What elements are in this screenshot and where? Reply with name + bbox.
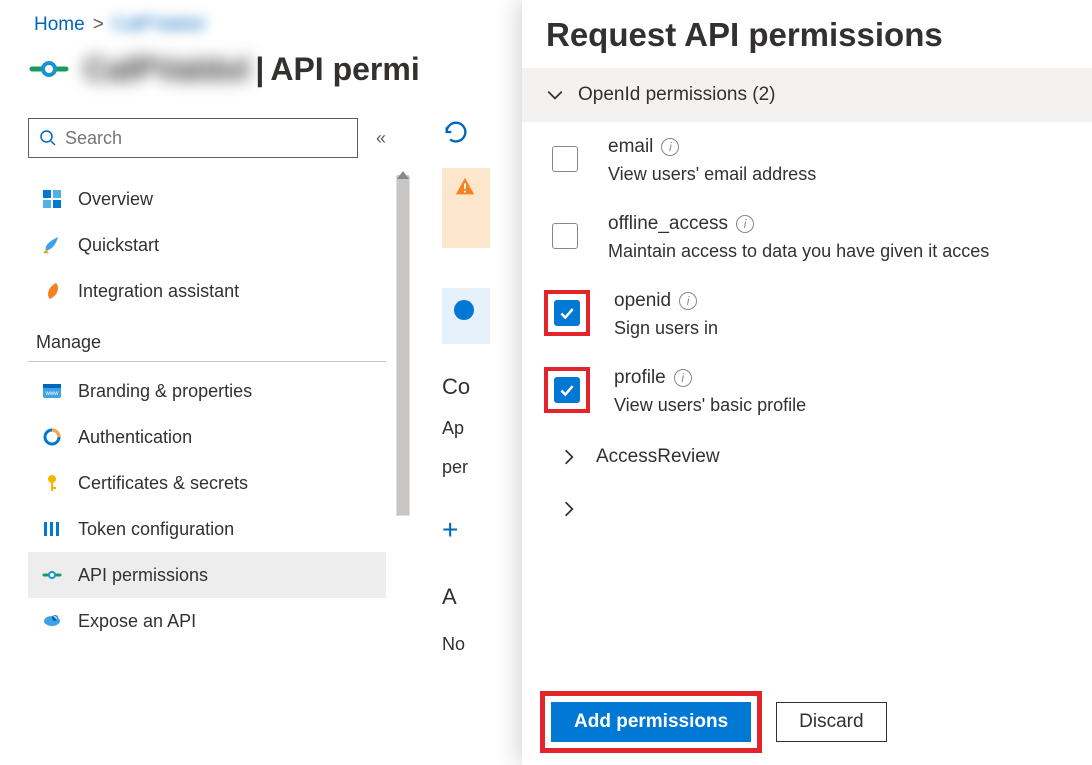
info-icon[interactable]: i: [674, 369, 692, 387]
info-icon[interactable]: i: [736, 215, 754, 233]
checkbox-email[interactable]: [552, 146, 578, 172]
permission-desc: View users' email address: [608, 164, 816, 185]
sidebar-item-label: Authentication: [78, 427, 192, 448]
checkbox-openid[interactable]: [554, 300, 580, 326]
permission-desc: Maintain access to data you have given i…: [608, 241, 989, 262]
overview-icon: [40, 187, 64, 211]
collapsed-label: AccessReview: [596, 446, 720, 468]
sidebar-item-integration[interactable]: Integration assistant: [28, 268, 386, 314]
permission-row-offline-access: offline_access i Maintain access to data…: [522, 199, 1092, 276]
token-icon: [40, 517, 64, 541]
search-box[interactable]: [28, 118, 358, 158]
sidebar: « Overview Quickstart: [28, 98, 386, 655]
another-group[interactable]: [522, 484, 1092, 534]
permission-desc: Sign users in: [614, 318, 718, 339]
sidebar-item-expose-api[interactable]: Expose an API: [28, 598, 386, 644]
sidebar-item-label: API permissions: [78, 565, 208, 586]
authentication-icon: [40, 425, 64, 449]
panel-title: Request API permissions: [522, 0, 1092, 68]
permission-name: profile: [614, 367, 666, 389]
permission-row-profile: profile i View users' basic profile: [522, 353, 1092, 430]
permissions-panel: Request API permissions OpenId permissio…: [522, 0, 1092, 765]
warning-banner: [442, 168, 490, 248]
plus-icon: +: [442, 514, 458, 546]
api-permissions-icon: [40, 563, 64, 587]
info-icon[interactable]: i: [679, 292, 697, 310]
checkbox-profile[interactable]: [554, 377, 580, 403]
permission-name: openid: [614, 290, 671, 312]
sidebar-item-authentication[interactable]: Authentication: [28, 414, 386, 460]
permission-list: email i View users' email address offlin…: [522, 122, 1092, 430]
permission-row-openid: openid i Sign users in: [522, 276, 1092, 353]
info-icon[interactable]: i: [661, 138, 679, 156]
refresh-icon[interactable]: [442, 118, 470, 146]
integration-icon: [40, 279, 64, 303]
breadcrumb-app[interactable]: CalPValdol: [112, 14, 205, 36]
sidebar-item-token[interactable]: Token configuration: [28, 506, 386, 552]
group-header-label: OpenId permissions (2): [578, 84, 775, 106]
expose-api-icon: [40, 609, 64, 633]
sidebar-item-overview[interactable]: Overview: [28, 176, 386, 222]
breadcrumb-sep: >: [93, 14, 104, 36]
svg-text:www: www: [45, 391, 60, 397]
breadcrumb-home[interactable]: Home: [34, 14, 85, 36]
sidebar-item-label: Certificates & secrets: [78, 473, 248, 494]
sidebar-item-label: Expose an API: [78, 611, 196, 632]
sidebar-item-label: Overview: [78, 189, 153, 210]
permission-name: email: [608, 136, 653, 158]
sidebar-item-branding[interactable]: www Branding & properties: [28, 368, 386, 414]
discard-button[interactable]: Discard: [776, 702, 886, 742]
highlight-openid: [544, 290, 590, 336]
sidebar-section-manage: Manage: [28, 314, 386, 362]
sidebar-item-quickstart[interactable]: Quickstart: [28, 222, 386, 268]
chevron-right-icon: [560, 500, 578, 518]
panel-actions: Add permissions Discard: [522, 691, 1092, 765]
warning-icon: [454, 176, 476, 198]
search-icon: [39, 129, 57, 147]
add-permissions-button[interactable]: Add permissions: [551, 702, 751, 742]
permission-name: offline_access: [608, 213, 728, 235]
highlight-add-permissions: Add permissions: [540, 691, 762, 753]
sidebar-item-label: Integration assistant: [78, 281, 239, 302]
quickstart-icon: [40, 233, 64, 257]
collapse-icon[interactable]: «: [376, 128, 386, 149]
certificates-icon: [40, 471, 64, 495]
nav-list: Overview Quickstart Integration assistan…: [28, 176, 386, 644]
sidebar-item-certificates[interactable]: Certificates & secrets: [28, 460, 386, 506]
info-icon: [454, 300, 474, 320]
checkbox-offline-access[interactable]: [552, 223, 578, 249]
chevron-down-icon: [546, 86, 564, 104]
branding-icon: www: [40, 379, 64, 403]
sidebar-item-api-permissions[interactable]: API permissions: [28, 552, 386, 598]
openid-group-header[interactable]: OpenId permissions (2): [522, 68, 1092, 122]
app-name-title: CalPValdol: [84, 51, 249, 88]
permission-row-email: email i View users' email address: [522, 122, 1092, 199]
title-sep: |: [255, 51, 264, 88]
access-review-group[interactable]: AccessReview: [522, 430, 1092, 484]
chevron-right-icon: [560, 448, 578, 466]
sidebar-item-label: Token configuration: [78, 519, 234, 540]
info-banner: [442, 288, 490, 344]
highlight-profile: [544, 367, 590, 413]
app-icon: [28, 48, 70, 90]
permission-desc: View users' basic profile: [614, 395, 806, 416]
search-input[interactable]: [65, 128, 347, 149]
title-section: API permi: [270, 51, 419, 88]
sidebar-item-label: Branding & properties: [78, 381, 252, 402]
sidebar-item-label: Quickstart: [78, 235, 159, 256]
